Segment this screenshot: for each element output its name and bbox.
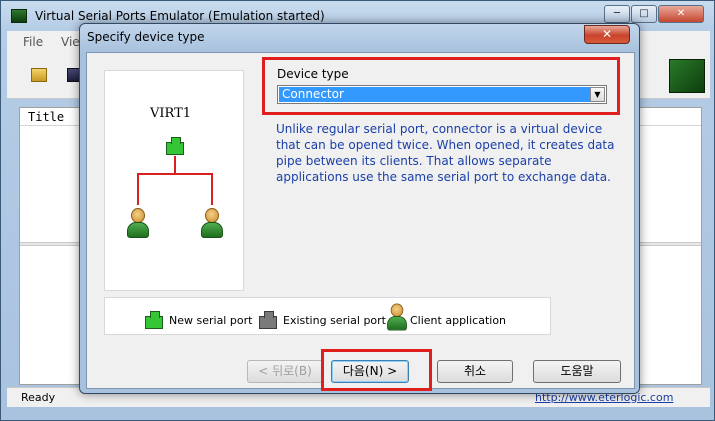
next-button[interactable]: 다음(N) > — [331, 360, 409, 383]
help-button[interactable]: 도움말 — [533, 360, 621, 383]
open-folder-icon[interactable] — [31, 68, 47, 82]
existing-serial-port-icon — [259, 311, 277, 329]
minimize-button[interactable]: ─ — [604, 5, 630, 23]
device-type-description: Unlike regular serial port, connector is… — [276, 122, 615, 184]
connector-line — [211, 173, 213, 205]
cancel-button[interactable]: 취소 — [437, 360, 513, 383]
legend-client-application: Client application — [410, 314, 507, 327]
device-icon[interactable] — [669, 59, 705, 93]
device-type-label: Device type — [277, 67, 349, 81]
main-close-button[interactable]: ✕ — [658, 5, 704, 23]
device-type-dropdown[interactable]: Connector ▼ — [277, 85, 607, 104]
main-window-title: Virtual Serial Ports Emulator (Emulation… — [35, 9, 325, 23]
legend-existing-serial-port: Existing serial port — [283, 314, 386, 327]
dialog-title: Specify device type — [87, 30, 205, 44]
app-logo-icon — [11, 9, 27, 23]
menu-file[interactable]: File — [23, 35, 43, 49]
diagram-device-label: VIRT1 — [150, 106, 192, 121]
dialog-close-button[interactable]: ✕ — [584, 25, 630, 44]
chevron-down-icon[interactable]: ▼ — [590, 87, 605, 102]
client-application-icon — [201, 208, 223, 238]
connector-line — [137, 173, 139, 205]
column-header-title[interactable]: Title — [28, 110, 64, 124]
status-text: Ready — [21, 391, 56, 404]
device-type-selected-value[interactable]: Connector — [279, 87, 590, 102]
dialog-body: VIRT1 New serial port Existing serial po… — [86, 52, 635, 391]
client-application-icon — [387, 303, 407, 331]
device-diagram: VIRT1 — [104, 70, 244, 291]
specify-device-type-dialog: Specify device type ✕ VIRT1 New serial p… — [79, 23, 640, 394]
menu-view[interactable]: Vie — [61, 35, 80, 49]
new-serial-port-icon — [145, 311, 163, 329]
new-serial-port-icon — [166, 137, 184, 155]
diagram-legend: New serial port Existing serial port Cli… — [104, 297, 551, 335]
connector-line — [137, 173, 213, 175]
client-application-icon — [127, 208, 149, 238]
back-button[interactable]: < 뒤로(B) — [247, 360, 323, 383]
legend-new-serial-port: New serial port — [169, 314, 253, 327]
maximize-button[interactable]: □ — [631, 5, 657, 23]
